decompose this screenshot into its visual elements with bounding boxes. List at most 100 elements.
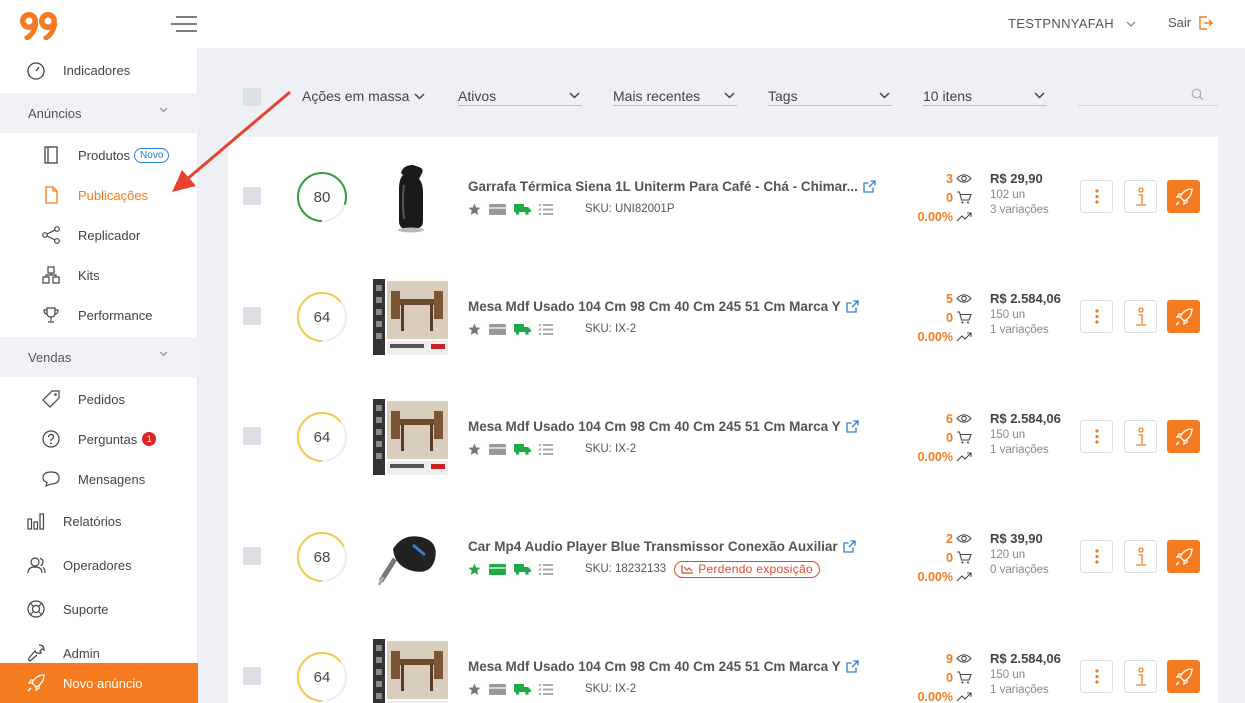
listing-title-link[interactable]: Mesa Mdf Usado 104 Cm 98 Cm 40 Cm 245 51… bbox=[468, 299, 859, 314]
boost-button[interactable] bbox=[1167, 660, 1200, 693]
info-button[interactable] bbox=[1124, 540, 1157, 573]
new-ad-button[interactable]: Novo anúncio bbox=[0, 663, 198, 703]
info-icon bbox=[1135, 666, 1146, 686]
bulk-actions-dropdown[interactable]: Ações em massa bbox=[302, 86, 427, 106]
listing-price: R$ 2.584,06 bbox=[990, 651, 1061, 666]
sidebar-group-anuncios[interactable]: Anúncios bbox=[0, 93, 198, 133]
product-image bbox=[373, 159, 448, 235]
more-options-button[interactable] bbox=[1080, 180, 1113, 213]
chevron-down-icon bbox=[1034, 92, 1045, 99]
more-vertical-icon bbox=[1094, 189, 1099, 204]
star-icon[interactable] bbox=[468, 563, 481, 576]
star-icon[interactable] bbox=[468, 683, 481, 696]
boxes-icon bbox=[41, 265, 61, 285]
listing-row: 68 Car Mp4 Audio Player Blue Transmissor… bbox=[228, 497, 1218, 617]
external-link-icon[interactable] bbox=[846, 420, 859, 433]
page-size-label: 10 itens bbox=[923, 87, 973, 104]
boost-button[interactable] bbox=[1167, 300, 1200, 333]
list-icon bbox=[539, 323, 553, 335]
rocket-icon bbox=[1175, 667, 1193, 685]
star-icon[interactable] bbox=[468, 203, 481, 216]
listing-sku: SKU: IX-2 bbox=[585, 683, 637, 695]
users-icon bbox=[26, 555, 46, 575]
info-icon bbox=[1135, 426, 1146, 446]
quality-score: 64 bbox=[313, 668, 331, 686]
menu-toggle-icon[interactable] bbox=[170, 14, 198, 34]
logout-button[interactable]: Sair bbox=[1168, 15, 1214, 30]
boost-button[interactable] bbox=[1167, 180, 1200, 213]
row-checkbox[interactable] bbox=[243, 667, 261, 685]
conversion-rate: 0.00% bbox=[917, 449, 953, 464]
list-icon bbox=[539, 563, 553, 575]
info-button[interactable] bbox=[1124, 300, 1157, 333]
listing-title-link[interactable]: Car Mp4 Audio Player Blue Transmissor Co… bbox=[468, 539, 856, 554]
listing-title-link[interactable]: Mesa Mdf Usado 104 Cm 98 Cm 40 Cm 245 51… bbox=[468, 659, 859, 674]
sidebar-item-label: Replicador bbox=[78, 227, 141, 243]
sort-dropdown[interactable]: Mais recentes bbox=[613, 86, 737, 106]
sidebar-item-suporte[interactable]: Suporte bbox=[0, 589, 198, 629]
sidebar-item-kits[interactable]: Kits bbox=[0, 255, 198, 295]
sidebar-item-produtos[interactable]: Produtos Novo bbox=[0, 135, 198, 175]
more-options-button[interactable] bbox=[1080, 540, 1113, 573]
search-icon[interactable] bbox=[1191, 88, 1204, 101]
sidebar-item-mensagens[interactable]: Mensagens bbox=[0, 459, 198, 499]
listing-units: 150 un bbox=[990, 429, 1026, 441]
listing-title-link[interactable]: Mesa Mdf Usado 104 Cm 98 Cm 40 Cm 245 51… bbox=[468, 419, 859, 434]
chevron-down-icon bbox=[879, 92, 890, 99]
boost-button[interactable] bbox=[1167, 540, 1200, 573]
more-options-button[interactable] bbox=[1080, 420, 1113, 453]
external-link-icon[interactable] bbox=[842, 540, 856, 553]
external-link-icon[interactable] bbox=[846, 300, 859, 313]
logo-99[interactable] bbox=[18, 10, 60, 40]
sidebar-group-vendas[interactable]: Vendas bbox=[0, 337, 198, 377]
sidebar-item-publicacoes[interactable]: Publicações bbox=[0, 175, 198, 215]
more-options-button[interactable] bbox=[1080, 660, 1113, 693]
truck-icon bbox=[514, 203, 531, 215]
star-icon[interactable] bbox=[468, 323, 481, 336]
star-icon[interactable] bbox=[468, 443, 481, 456]
sidebar-item-label: Mensagens bbox=[78, 471, 146, 487]
sidebar-item-replicador[interactable]: Replicador bbox=[0, 215, 198, 255]
trend-icon bbox=[956, 692, 972, 702]
info-button[interactable] bbox=[1124, 660, 1157, 693]
sidebar-item-relatorios[interactable]: Relatórios bbox=[0, 501, 198, 541]
trend-icon bbox=[956, 332, 972, 342]
listing-variations: 0 variações bbox=[990, 564, 1049, 576]
sidebar-item-indicadores[interactable]: Indicadores bbox=[0, 50, 198, 90]
product-image bbox=[373, 279, 448, 355]
row-checkbox[interactable] bbox=[243, 547, 261, 565]
sidebar-item-perguntas[interactable]: Perguntas 1 bbox=[0, 419, 198, 459]
sidebar-item-label: Kits bbox=[78, 267, 100, 283]
more-options-button[interactable] bbox=[1080, 300, 1113, 333]
user-menu[interactable]: TESTPNNYAFAH bbox=[1008, 16, 1136, 31]
listing-title-link[interactable]: Garrafa Térmica Siena 1L Uniterm Para Ca… bbox=[468, 179, 876, 194]
sidebar-item-performance[interactable]: Performance bbox=[0, 295, 198, 335]
sidebar-item-operadores[interactable]: Operadores bbox=[0, 545, 198, 585]
boost-button[interactable] bbox=[1167, 420, 1200, 453]
listing-variations: 1 variações bbox=[990, 324, 1049, 336]
sidebar-group-label: Vendas bbox=[28, 349, 72, 365]
eye-icon bbox=[956, 294, 972, 303]
row-checkbox[interactable] bbox=[243, 427, 261, 445]
exposure-warning-badge: Perdendo exposição bbox=[674, 560, 821, 578]
row-checkbox[interactable] bbox=[243, 187, 261, 205]
info-button[interactable] bbox=[1124, 420, 1157, 453]
list-icon bbox=[539, 443, 553, 455]
quality-score: 80 bbox=[313, 188, 331, 206]
select-all-checkbox[interactable] bbox=[243, 88, 261, 106]
tag-icon bbox=[41, 389, 61, 409]
sidebar-item-pedidos[interactable]: Pedidos bbox=[0, 379, 198, 419]
rocket-icon bbox=[1175, 547, 1193, 565]
status-filter-dropdown[interactable]: Ativos bbox=[458, 86, 582, 106]
search-input[interactable] bbox=[1078, 86, 1188, 104]
conversion-rate: 0.00% bbox=[917, 329, 953, 344]
listing-units: 120 un bbox=[990, 549, 1026, 561]
row-checkbox[interactable] bbox=[243, 307, 261, 325]
info-button[interactable] bbox=[1124, 180, 1157, 213]
sidebar-item-label: Indicadores bbox=[63, 62, 131, 78]
external-link-icon[interactable] bbox=[846, 660, 859, 673]
external-link-icon[interactable] bbox=[863, 180, 876, 193]
tags-dropdown[interactable]: Tags bbox=[768, 86, 892, 106]
page-size-dropdown[interactable]: 10 itens bbox=[923, 86, 1047, 106]
listing-stats: 6 0 0.00% bbox=[908, 409, 972, 466]
